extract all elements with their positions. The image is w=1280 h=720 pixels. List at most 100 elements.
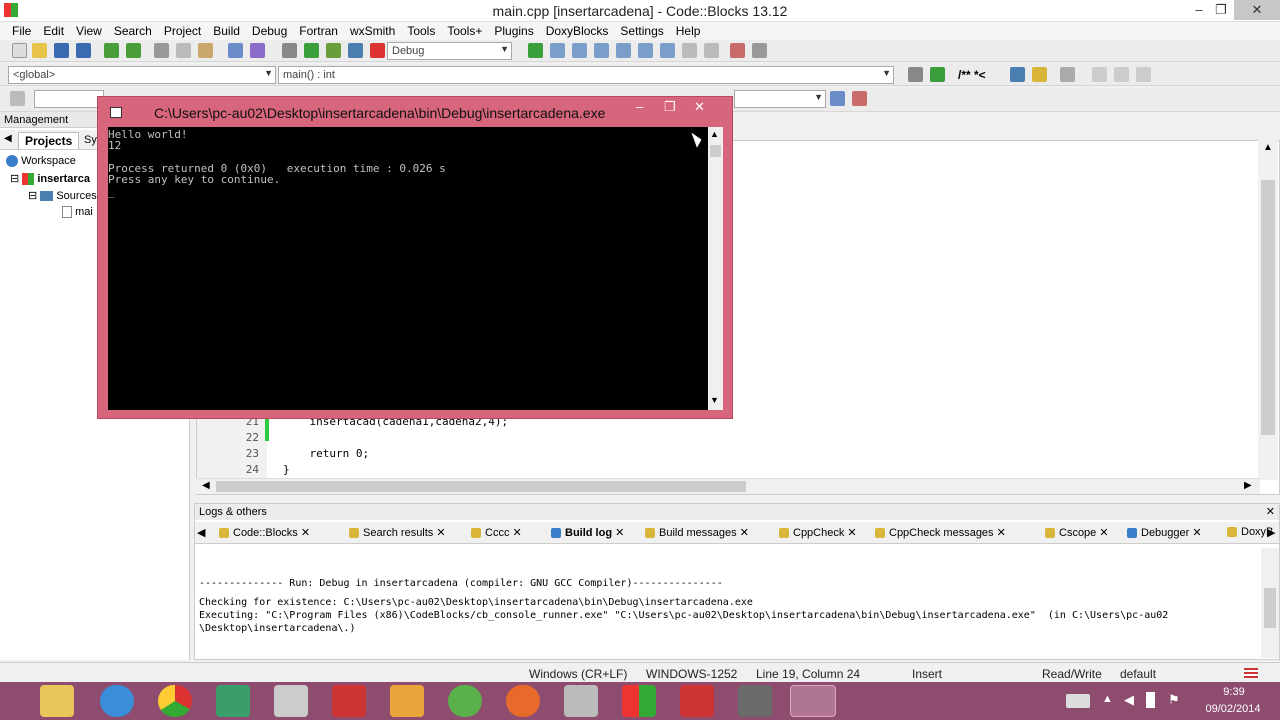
- close-icon[interactable]: ✕: [1266, 505, 1275, 518]
- menu-settings[interactable]: Settings: [614, 24, 669, 38]
- build-icon[interactable]: [282, 43, 297, 58]
- doxy-help-icon[interactable]: [1032, 67, 1047, 82]
- log-tab-cccc[interactable]: Cccc ✕: [471, 526, 522, 539]
- snipping-icon[interactable]: [274, 685, 308, 717]
- workspace-node[interactable]: Workspace: [6, 155, 76, 168]
- sources-node[interactable]: ⊟ Sources: [28, 189, 97, 202]
- tray-clock-date[interactable]: 09/02/2014: [1198, 703, 1268, 715]
- search-combo[interactable]: ▼: [734, 90, 826, 108]
- codeblocks-taskbar-icon[interactable]: [622, 685, 656, 717]
- find-icon[interactable]: [228, 43, 243, 58]
- new-file-icon[interactable]: [12, 43, 27, 58]
- tabs-left-icon[interactable]: ◀: [197, 526, 205, 539]
- step-into-icon[interactable]: [594, 43, 609, 58]
- log-tab-build-messages[interactable]: Build messages ✕: [645, 526, 749, 539]
- menu-help[interactable]: Help: [670, 24, 707, 38]
- step-into-instruction-icon[interactable]: [660, 43, 675, 58]
- chrome-icon[interactable]: [158, 685, 192, 717]
- rebuild-icon[interactable]: [348, 43, 363, 58]
- close-icon[interactable]: ✕: [1189, 527, 1201, 539]
- log-tab-cscope[interactable]: Cscope ✕: [1045, 526, 1109, 539]
- scroll-thumb[interactable]: [1264, 588, 1276, 628]
- debug-run-icon[interactable]: [528, 43, 543, 58]
- app-tool-icon[interactable]: [738, 685, 772, 717]
- scroll-up-icon[interactable]: ▲: [710, 129, 719, 139]
- cut-icon[interactable]: [154, 43, 169, 58]
- pause-icon[interactable]: [682, 43, 697, 58]
- run-icon[interactable]: [304, 43, 319, 58]
- close-button[interactable]: ✕: [1234, 0, 1280, 20]
- firefox-icon[interactable]: [506, 685, 540, 717]
- scroll-down-icon[interactable]: ▼: [710, 395, 719, 405]
- utorrent-icon[interactable]: [448, 685, 482, 717]
- scroll-left-icon[interactable]: ◀: [202, 480, 210, 491]
- editor-horizontal-scrollbar[interactable]: ◀ ▶: [196, 478, 1260, 494]
- copy-icon[interactable]: [176, 43, 191, 58]
- close-icon[interactable]: ✕: [509, 527, 522, 539]
- undo-icon[interactable]: [104, 43, 119, 58]
- debug-info-icon[interactable]: [752, 43, 767, 58]
- save-icon[interactable]: [54, 43, 69, 58]
- bookmark-prev-icon[interactable]: [1092, 67, 1107, 82]
- power-icon[interactable]: [1146, 692, 1155, 708]
- tabs-right-icon[interactable]: ▶: [1267, 526, 1275, 539]
- close-icon[interactable]: ✕: [433, 527, 445, 539]
- next-line-icon[interactable]: [572, 43, 587, 58]
- internet-explorer-icon[interactable]: [100, 685, 134, 717]
- scroll-thumb[interactable]: [710, 145, 721, 157]
- tab-symbols[interactable]: Sy: [84, 134, 97, 146]
- log-tab-debugger[interactable]: Debugger ✕: [1127, 526, 1202, 539]
- media-player-icon[interactable]: [390, 685, 424, 717]
- console-window[interactable]: C:\Users\pc-au02\Desktop\insertarcadena\…: [97, 96, 733, 419]
- save-all-icon[interactable]: [76, 43, 91, 58]
- code-pad-icon[interactable]: [216, 685, 250, 717]
- log-tab-cppcheck-messages[interactable]: CppCheck messages ✕: [875, 526, 1006, 539]
- run-to-cursor-icon[interactable]: [550, 43, 565, 58]
- doxy-extract-icon[interactable]: [1010, 67, 1025, 82]
- network-icon[interactable]: [564, 685, 598, 717]
- abort-icon[interactable]: [370, 43, 385, 58]
- console-output[interactable]: Hello world! 12 Process returned 0 (0x0) e…: [108, 127, 708, 410]
- menu-tools-[interactable]: Tools+: [441, 24, 488, 38]
- redo-icon[interactable]: [126, 43, 141, 58]
- close-icon[interactable]: ✕: [737, 527, 749, 539]
- console-close-button[interactable]: ✕: [694, 99, 705, 115]
- close-icon[interactable]: ✕: [994, 527, 1006, 539]
- scroll-right-icon[interactable]: ▶: [1244, 480, 1252, 491]
- console-scrollbar[interactable]: ▲ ▼: [708, 127, 723, 410]
- tabs-left-icon[interactable]: ◀: [4, 133, 12, 144]
- open-icon[interactable]: [32, 43, 47, 58]
- console-minimize-button[interactable]: –: [636, 99, 643, 114]
- acrobat-icon[interactable]: [680, 685, 714, 717]
- step-out-icon[interactable]: [616, 43, 631, 58]
- editor-vertical-scrollbar[interactable]: ▲: [1258, 140, 1278, 480]
- project-node[interactable]: ⊟ insertarca: [10, 172, 90, 186]
- menu-edit[interactable]: Edit: [37, 24, 70, 38]
- menu-debug[interactable]: Debug: [246, 24, 293, 38]
- menu-plugins[interactable]: Plugins: [488, 24, 539, 38]
- file-explorer-icon[interactable]: [40, 685, 74, 717]
- menu-wxsmith[interactable]: wxSmith: [344, 24, 401, 38]
- jump-green-icon[interactable]: [930, 67, 945, 82]
- bookmark-toggle-icon[interactable]: [1114, 67, 1129, 82]
- stop-debug-icon[interactable]: [704, 43, 719, 58]
- log-tab-cppcheck[interactable]: CppCheck ✕: [779, 526, 857, 539]
- next-instruction-icon[interactable]: [638, 43, 653, 58]
- doc-comment-button[interactable]: /** *<: [958, 68, 986, 82]
- log-tab-search-results[interactable]: Search results ✕: [349, 526, 446, 539]
- filezilla-icon[interactable]: [332, 685, 366, 717]
- paste-icon[interactable]: [198, 43, 213, 58]
- tray-clock-time[interactable]: 9:39: [1214, 686, 1254, 698]
- menu-fortran[interactable]: Fortran: [293, 24, 344, 38]
- keyboard-icon[interactable]: [1066, 694, 1090, 708]
- menu-build[interactable]: Build: [207, 24, 246, 38]
- maximize-button[interactable]: ❐: [1206, 0, 1236, 20]
- clear-icon[interactable]: [10, 91, 25, 106]
- replace-icon[interactable]: [250, 43, 265, 58]
- menu-search[interactable]: Search: [108, 24, 158, 38]
- build-target-select[interactable]: Debug ▼: [387, 42, 512, 60]
- jump-icon[interactable]: [908, 67, 923, 82]
- log-vertical-scrollbar[interactable]: [1261, 548, 1279, 658]
- scroll-thumb[interactable]: [1261, 180, 1275, 435]
- message-flag-icon[interactable]: ⚑: [1168, 692, 1180, 708]
